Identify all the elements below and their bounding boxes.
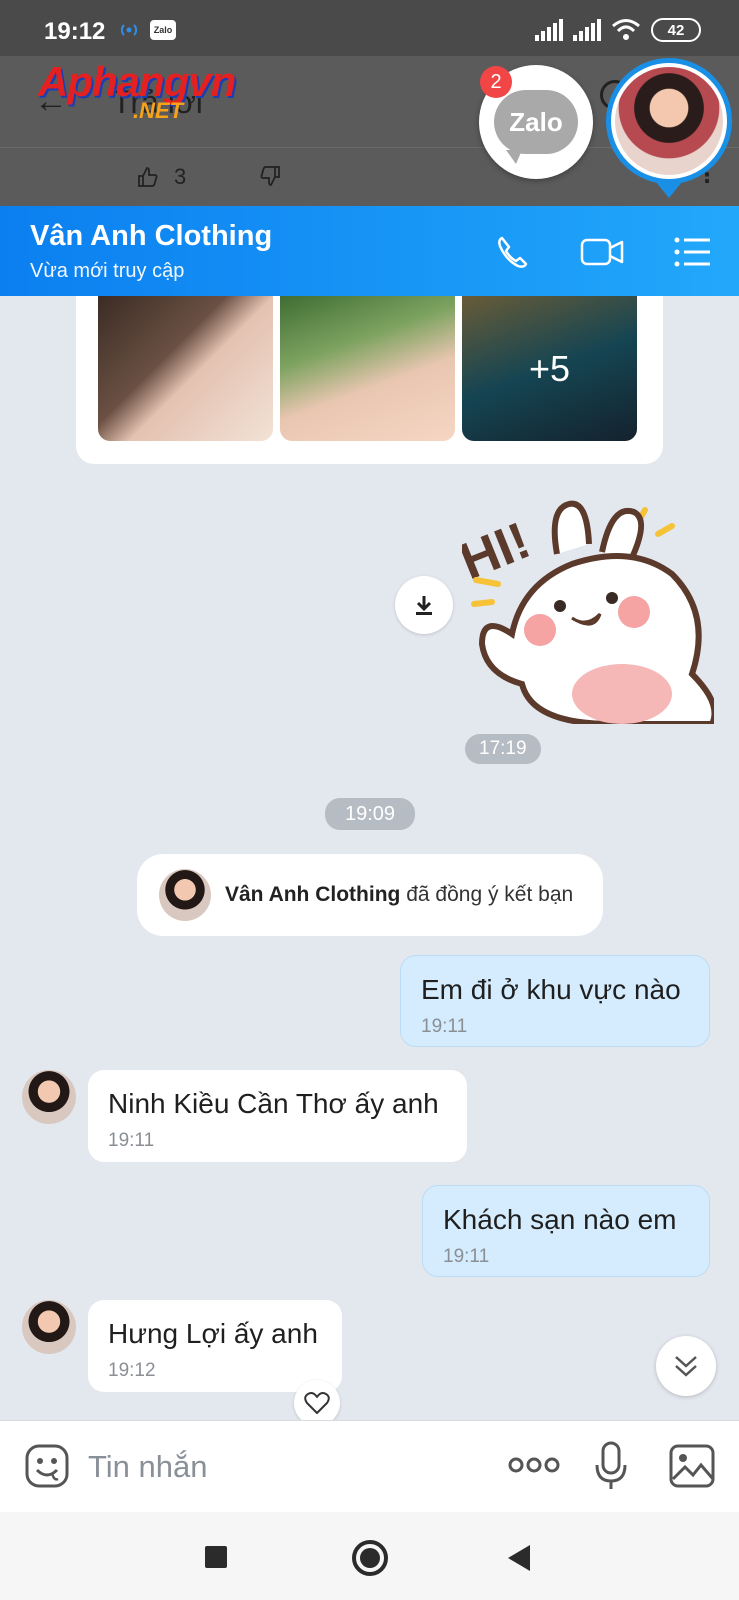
status-system-icons: 42 [535,18,701,42]
message-text: Hưng Lợi ấy anh [108,1318,318,1349]
outgoing-message[interactable]: Em đi ở khu vực nào 19:11 [400,955,710,1047]
recent-apps-button[interactable] [205,1546,227,1568]
phone-icon[interactable] [492,232,536,272]
more-photos-count: +5 [462,296,637,441]
signal-icon [535,19,563,41]
microphone-icon[interactable] [594,1441,628,1491]
bunny-sticker[interactable]: HI! [462,494,714,724]
back-button[interactable] [508,1545,530,1571]
message-text: Em đi ở khu vực nào [421,974,681,1005]
like-count: 3 [174,164,187,189]
system-message-text: Vân Anh Clothing đã đồng ý kết bạn [225,883,573,907]
scroll-to-bottom-button[interactable] [656,1336,716,1396]
sticker-emoji-icon[interactable] [24,1443,70,1489]
more-options-icon[interactable] [508,1455,560,1475]
download-button[interactable] [395,576,453,634]
signal-icon-2 [573,19,601,41]
heart-icon [304,1392,330,1414]
chat-contact-name[interactable]: Vân Anh Clothing [30,220,272,253]
section-timestamp: 19:09 [325,798,416,830]
contact-avatar[interactable] [22,1300,76,1354]
photo-thumbnail[interactable] [280,296,455,441]
status-notification-icons: Zalo [118,20,176,40]
message-input-bar [0,1420,739,1512]
home-button[interactable] [352,1540,388,1576]
message-input[interactable] [88,1447,468,1487]
incoming-message[interactable]: Hưng Lợi ấy anh 19:12 [88,1300,342,1392]
double-chevron-down-icon [675,1356,697,1377]
hotspot-icon [120,24,138,36]
wifi-icon [612,19,640,40]
thumbs-up-icon [138,167,158,187]
image-gallery-icon[interactable] [668,1443,716,1489]
sticker-timestamp: 17:19 [465,734,541,764]
message-time: 19:11 [443,1246,490,1267]
message-time: 19:12 [108,1360,156,1381]
photo-thumbnail[interactable]: +5 [462,296,637,441]
contact-avatar[interactable] [22,1070,76,1124]
zalo-logo-icon: Zalo [494,90,578,164]
thumbs-down-icon [260,166,280,186]
message-text: Ninh Kiều Cần Thơ ấy anh [108,1088,439,1119]
status-time: 19:12 [44,18,106,45]
chat-header: Vân Anh Clothing Vừa mới truy cập [0,206,739,296]
watermark-sub-text: .NET [133,98,184,123]
chat-contact-status: Vừa mới truy cập [30,260,185,282]
like-button: 3 [136,164,186,190]
friend-accepted-notice: Vân Anh Clothing đã đồng ý kết bạn [137,854,603,936]
contact-avatar[interactable] [159,869,211,921]
incoming-message[interactable]: Ninh Kiều Cần Thơ ấy anh 19:11 [88,1070,467,1162]
outgoing-message[interactable]: Khách sạn nào em 19:11 [422,1185,710,1277]
chat-head-pointer [656,182,682,198]
contact-avatar-image [615,67,723,175]
message-time: 19:11 [108,1130,155,1151]
photo-album-message: +5 [76,296,663,464]
notification-badge: 2 [480,66,512,98]
zalo-notification-icon: Zalo [150,20,176,40]
system-action-text: đã đồng ý kết bạn [400,883,574,906]
dislike-button [258,164,282,194]
message-text: Khách sạn nào em [443,1204,677,1235]
contact-chat-head-avatar[interactable] [606,58,732,184]
status-bar: 19:12 Zalo 42 [0,0,739,56]
watermark-logo: Aphangvn .NET [38,58,236,123]
video-call-icon[interactable] [580,232,624,272]
system-contact-name: Vân Anh Clothing [225,883,401,906]
system-navigation-bar [0,1512,739,1600]
download-icon [416,596,432,615]
battery-indicator: 42 [651,18,701,42]
photo-thumbnail[interactable] [98,296,273,441]
menu-list-icon[interactable] [672,232,716,272]
message-time: 19:11 [421,1016,468,1037]
